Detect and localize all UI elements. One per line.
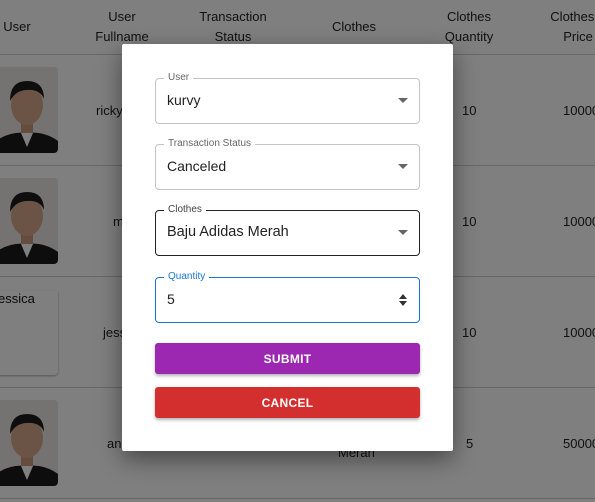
quantity-value[interactable]: 5 — [167, 291, 175, 307]
cancel-button[interactable]: CANCEL — [155, 387, 420, 418]
quantity-input[interactable]: Quantity 5 — [155, 271, 420, 323]
quantity-label: Quantity — [164, 271, 210, 283]
transaction-status-value: Canceled — [167, 158, 227, 174]
dropdown-arrow-icon[interactable] — [398, 230, 408, 235]
clothes-select-value: Baju Adidas Merah — [167, 224, 289, 240]
dropdown-arrow-icon[interactable] — [398, 164, 408, 169]
dropdown-arrow-icon[interactable] — [398, 98, 408, 103]
number-spinner-icon[interactable] — [399, 293, 407, 307]
user-select-value: kurvy — [167, 92, 201, 108]
transaction-status-label: Transaction Status — [164, 138, 256, 150]
transaction-status-select[interactable]: Transaction Status Canceled — [155, 138, 420, 190]
spinner-up-icon[interactable] — [399, 294, 407, 299]
transaction-dialog: User kurvy Transaction Status Canceled C… — [122, 44, 453, 451]
user-select[interactable]: User kurvy — [155, 72, 420, 124]
clothes-select-label: Clothes — [164, 204, 206, 216]
spinner-down-icon[interactable] — [399, 301, 407, 306]
submit-button[interactable]: SUBMIT — [155, 343, 420, 374]
clothes-select[interactable]: Clothes Baju Adidas Merah — [155, 204, 420, 256]
user-select-label: User — [164, 72, 194, 84]
